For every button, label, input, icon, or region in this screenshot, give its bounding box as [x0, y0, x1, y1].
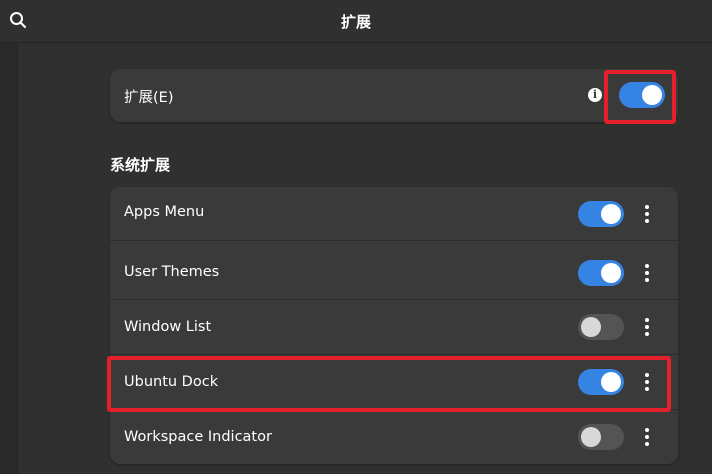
extension-switch-user-themes[interactable]: [578, 260, 624, 286]
highlight-ubuntu-dock: [107, 356, 671, 412]
header-bar: 扩展: [0, 0, 712, 43]
extensions-main-card: 扩展(E) i: [110, 69, 678, 122]
extension-switch-apps-menu[interactable]: [578, 201, 624, 227]
switch-knob: [601, 204, 621, 224]
highlight-main-switch: [604, 70, 676, 124]
extensions-main-label: 扩展(E): [124, 90, 174, 106]
extensions-window: 扩展 扩展(E) i 系统扩展 Apps Menu User Themes Wi…: [0, 0, 712, 474]
switch-knob: [601, 263, 621, 283]
menu-icon[interactable]: [639, 315, 655, 339]
extension-switch-workspace-indicator[interactable]: [578, 424, 624, 450]
extension-name: User Themes: [124, 264, 220, 280]
extension-name: Apps Menu: [124, 204, 205, 220]
info-icon[interactable]: i: [588, 88, 602, 102]
system-extensions-list: Apps Menu User Themes Window List Ubuntu…: [110, 187, 678, 464]
menu-icon[interactable]: [639, 425, 655, 449]
sidebar-strip: [0, 43, 18, 474]
list-item: Window List: [110, 300, 678, 354]
window-title: 扩展: [340, 13, 371, 31]
extensions-main-row: 扩展(E) i: [110, 69, 678, 122]
extension-switch-window-list[interactable]: [578, 314, 624, 340]
menu-icon[interactable]: [639, 202, 655, 226]
extension-name: Workspace Indicator: [124, 429, 272, 445]
extension-name: Window List: [124, 319, 212, 335]
switch-knob: [581, 427, 601, 447]
list-item: User Themes: [110, 241, 678, 299]
list-item: Apps Menu: [110, 187, 678, 240]
menu-icon[interactable]: [639, 261, 655, 285]
switch-knob: [581, 317, 601, 337]
list-item: Workspace Indicator: [110, 410, 678, 464]
section-title: 系统扩展: [110, 156, 171, 174]
